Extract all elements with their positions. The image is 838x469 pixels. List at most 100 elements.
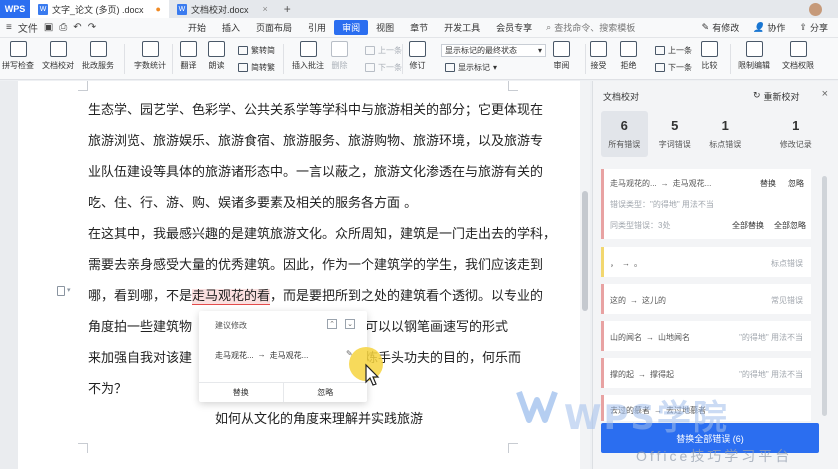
simp-to-trad-button[interactable]: 简转繁 <box>238 62 275 73</box>
doc-proof-button[interactable]: 文档校对 <box>42 41 74 71</box>
markup-state-value: 显示标记的最终状态 <box>445 46 517 55</box>
crop-mark <box>508 81 518 91</box>
stat-all-errors[interactable]: 6 所有错误 <box>601 111 648 157</box>
error-card[interactable]: 这的 → 这儿的 常见错误 <box>601 284 811 314</box>
tab-doc-proof[interactable]: W 文档校对.docx × <box>169 0 276 18</box>
changes-button[interactable]: ✎ 有修改 <box>702 21 740 34</box>
popup-suggestion-row[interactable]: 走马观花... → 走马观花... <box>215 350 308 361</box>
error-card[interactable]: ， →。 标点错误 <box>601 247 811 277</box>
panel-scrollbar[interactable] <box>822 176 827 416</box>
compare-button[interactable]: 比较 <box>701 41 718 71</box>
menu-chapter[interactable]: 章节 <box>402 18 436 38</box>
error-card[interactable]: 撑的起 → 撑得起 "的得地" 用法不当 <box>601 358 811 388</box>
ignore-all-same-button[interactable]: 全部忽略 <box>774 220 806 231</box>
undo-icon[interactable]: ↶ <box>73 22 81 33</box>
comment-delete-icon <box>331 41 348 57</box>
prev-change-button[interactable]: 上一条 <box>655 45 692 56</box>
markup-icon <box>445 63 455 72</box>
reject-button[interactable]: 拒绝 <box>620 41 637 71</box>
watermark-title: WPS学院 <box>564 398 729 438</box>
menu-references[interactable]: 引用 <box>300 18 334 38</box>
paragraph-marker-icon[interactable] <box>57 286 65 296</box>
prev-comment-button[interactable]: 上一条 <box>365 45 402 56</box>
crop-mark <box>78 443 88 453</box>
delete-comment-button[interactable]: 删除 <box>331 41 348 71</box>
menu-dev-tools[interactable]: 开发工具 <box>436 18 488 38</box>
error-card[interactable]: 山的闻名 → 山地闻名 "的得地" 用法不当 <box>601 321 811 351</box>
window-controls <box>809 2 838 16</box>
doc-proof-icon <box>49 41 67 57</box>
doc-text-span: 角度拍一些建筑物 <box>88 320 193 335</box>
trad-to-simp-button[interactable]: 繁转简 <box>238 45 275 56</box>
doc-line: 生态学、园艺学、色彩学、公共关系学等学科中与旅游相关的部分；它更体现在 <box>88 103 544 118</box>
review-pane-button[interactable]: 审阅 <box>553 41 570 71</box>
replace-button[interactable]: 替换 <box>199 383 284 402</box>
unsaved-dot-icon: ● <box>155 4 161 14</box>
file-menu[interactable]: 文件 <box>18 20 38 35</box>
doc-line: 需要去亲身感受大量的优秀建筑。因此，作为一个建筑学的学生，我们应该走到 <box>88 258 544 273</box>
error-highlight[interactable]: 走马观花的看 <box>192 289 271 305</box>
menu-member[interactable]: 会员专享 <box>488 18 540 38</box>
chevron-down-icon: ▾ <box>537 46 542 55</box>
doc-text-span: 哪，看到哪，不是 <box>88 289 193 304</box>
people-icon: 👤 <box>753 22 765 32</box>
stat-punct-errors[interactable]: 1 标点错误 <box>702 111 749 157</box>
save-icon[interactable]: ▣ <box>44 22 53 33</box>
mouse-pointer-icon <box>365 363 380 386</box>
insert-comment-button[interactable]: 插入批注 <box>292 41 324 71</box>
comment-service-button[interactable]: 批改服务 <box>82 41 114 71</box>
avatar[interactable] <box>809 2 822 16</box>
menu-page-layout[interactable]: 页面布局 <box>248 18 300 38</box>
stat-change-records[interactable]: 1 修改记录 <box>773 111 820 157</box>
doc-text-span: 还可以以钢笔画速写的形式 <box>352 320 509 335</box>
popup-actions: 替换 忽略 <box>199 382 367 402</box>
new-tab-button[interactable]: + <box>276 2 299 16</box>
track-changes-button[interactable]: 修订 <box>409 41 426 71</box>
chevron-down-icon: ▾ <box>67 287 71 294</box>
tab-label: 文字_论文 (多页) .docx <box>52 4 144 15</box>
restrict-edit-button[interactable]: 限制编辑 <box>738 41 770 71</box>
print-icon[interactable]: ⎙ <box>59 22 67 33</box>
doc-icon: W <box>176 3 187 15</box>
close-tab-icon[interactable]: × <box>262 4 267 14</box>
doc-line: 业队伍建设等具体的旅游诸形态中。一言以蔽之，旅游文化渗透在与旅游有关的 <box>88 165 544 180</box>
read-aloud-button[interactable]: 朗读 <box>208 41 225 71</box>
share-button[interactable]: ⇪ 分享 <box>799 21 828 34</box>
menu-review[interactable]: 审阅 <box>334 20 369 35</box>
watermark-subtitle: Office技巧学习平台 <box>636 448 793 464</box>
menu-insert[interactable]: 插入 <box>214 18 248 38</box>
doc-permission-button[interactable]: 文档权限 <box>782 41 814 71</box>
next-comment-button[interactable]: 下一条 <box>365 62 402 73</box>
scroll-thumb[interactable] <box>582 191 588 311</box>
menu-icon[interactable]: ≡ <box>6 22 12 33</box>
menu-start[interactable]: 开始 <box>180 18 214 38</box>
stat-word-errors[interactable]: 5 字词错误 <box>652 111 699 157</box>
speaker-icon <box>208 41 225 57</box>
translate-button[interactable]: 翻译 <box>180 41 197 71</box>
show-markup-button[interactable]: 显示标记 ▾ <box>445 62 497 73</box>
replace-all-same-button[interactable]: 全部替换 <box>732 220 764 231</box>
popup-controls: ⌃ ⌄ <box>327 319 355 329</box>
tab-doc-thesis[interactable]: W 文字_论文 (多页) .docx ● <box>30 0 169 18</box>
accept-button[interactable]: 接受 <box>590 41 607 71</box>
card-ignore-button[interactable]: 忽略 <box>788 178 804 189</box>
redo-icon[interactable]: ↷ <box>88 22 96 33</box>
accept-icon <box>590 41 607 57</box>
recheck-button[interactable]: ↻ 重新校对 <box>753 90 800 103</box>
expand-icon[interactable]: ⌄ <box>345 319 355 329</box>
wps-logo[interactable]: WPS <box>0 0 30 18</box>
markup-state-select[interactable]: 显示标记的最终状态 ▾ <box>441 44 546 57</box>
word-count-button[interactable]: 字数统计 <box>134 41 166 71</box>
collapse-icon[interactable]: ⌃ <box>327 319 337 329</box>
card-replace-button[interactable]: 替换 <box>760 178 776 189</box>
suggestion-popup: 建议修改 ⌃ ⌄ 走马观花... → 走马观花... ✎ 替换 忽略 <box>199 311 367 402</box>
spell-check-button[interactable]: 拼写检查 <box>2 41 34 71</box>
close-icon[interactable]: × <box>822 88 828 100</box>
popup-original: 走马观花... <box>215 351 254 360</box>
ignore-button[interactable]: 忽略 <box>284 383 368 402</box>
command-search[interactable]: ⌕ 查找命令、搜索模板 <box>546 21 635 34</box>
collab-button[interactable]: 👤 协作 <box>753 21 785 34</box>
error-card-expanded[interactable]: 走马观花的... → 走马观花... 替换 忽略 错误类型： "的得地" 用法不当 同… <box>601 169 811 239</box>
menu-view[interactable]: 视图 <box>368 18 402 38</box>
next-change-button[interactable]: 下一条 <box>655 62 692 73</box>
